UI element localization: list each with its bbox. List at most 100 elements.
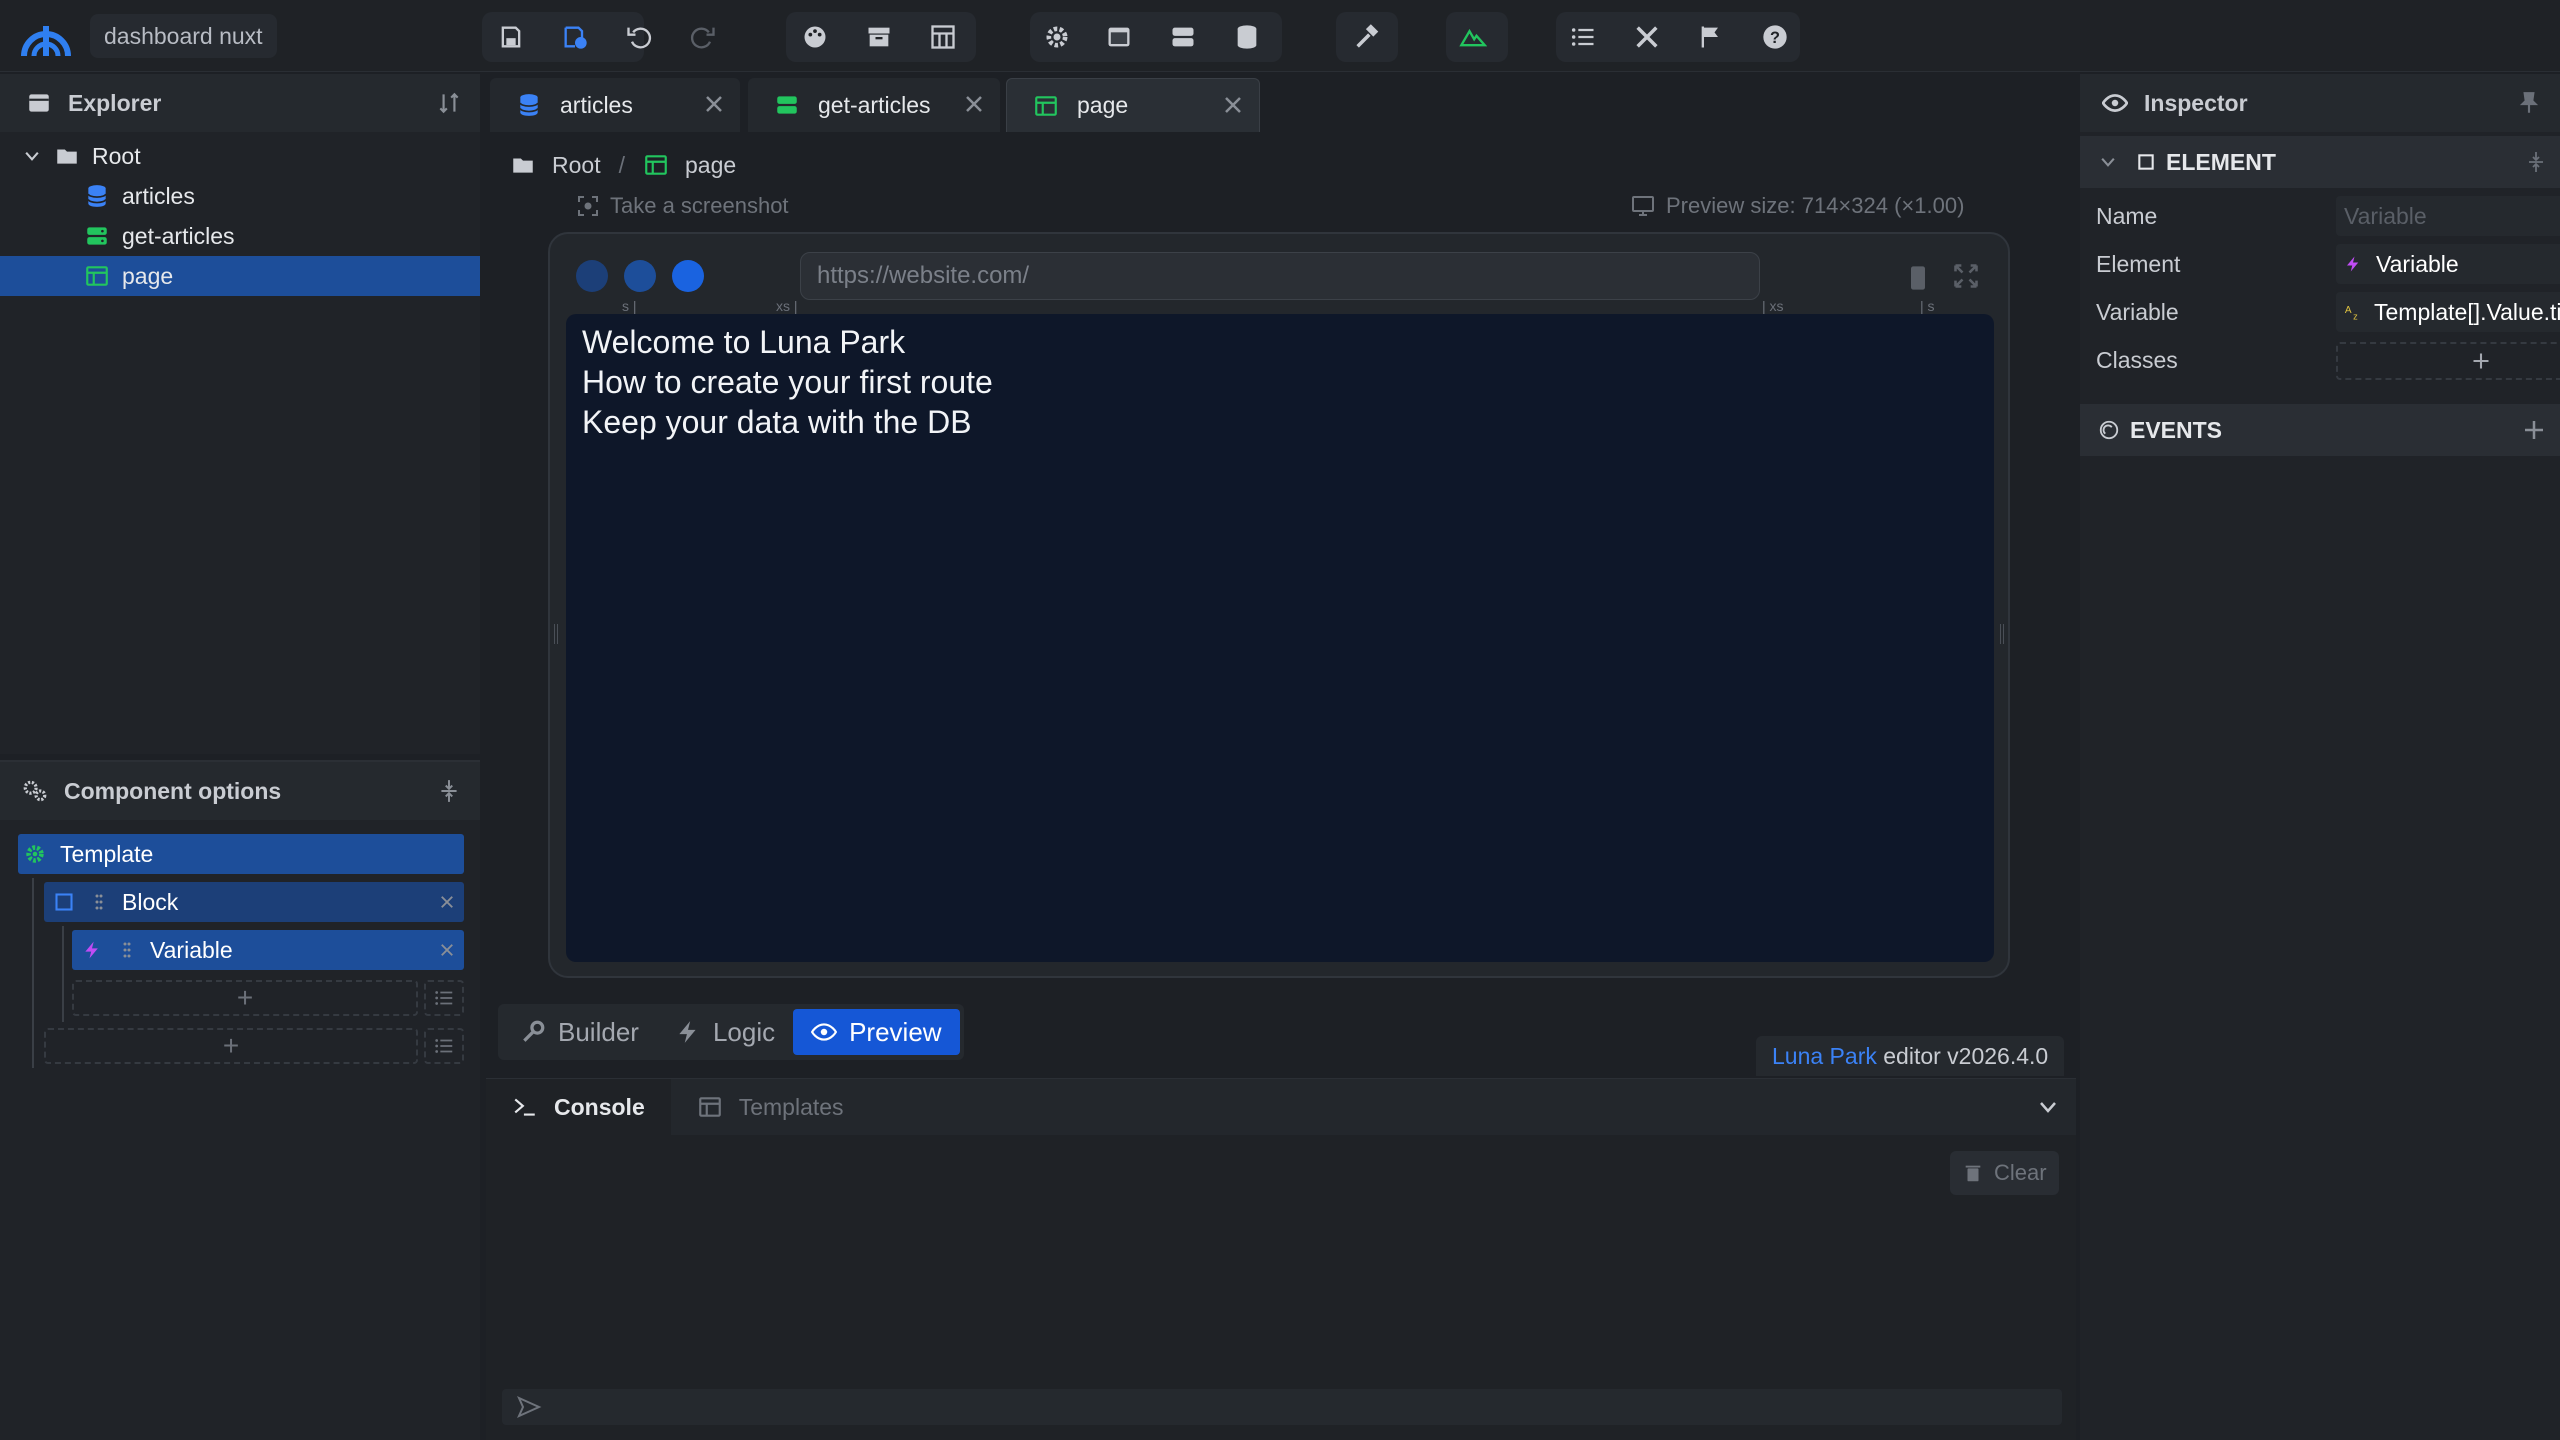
square-icon (2138, 154, 2154, 170)
sort-icon[interactable] (436, 90, 462, 116)
project-name[interactable]: dashboard nuxt (90, 14, 277, 58)
variable-input[interactable]: Az Template[].Value.title (2336, 292, 2560, 332)
name-input[interactable]: Variable (2336, 196, 2560, 236)
chevron-down-icon[interactable] (2036, 1095, 2060, 1119)
add-child-slot[interactable]: + (72, 980, 418, 1016)
tab-page[interactable]: page (1006, 78, 1260, 132)
nuxt-icon[interactable] (1450, 14, 1496, 60)
layout-icon[interactable] (920, 14, 966, 60)
help-icon[interactable]: ? (1752, 14, 1798, 60)
clear-console-button[interactable]: Clear (1950, 1151, 2059, 1195)
list-add-button[interactable] (424, 980, 464, 1016)
palette-icon[interactable] (792, 14, 838, 60)
luna-park-logo-icon[interactable] (20, 12, 72, 60)
close-icon[interactable] (438, 941, 456, 959)
breadcrumb: Root / page (486, 140, 736, 190)
collapse-icon[interactable] (2524, 150, 2548, 174)
tree-item-root[interactable]: Root (0, 136, 480, 176)
svg-text:?: ? (1770, 29, 1780, 47)
fullscreen-icon[interactable] (1952, 262, 1980, 290)
tab-console[interactable]: Console (486, 1079, 671, 1135)
explorer-panel: Explorer Root articles get-articles page (0, 74, 480, 754)
breadcrumb-current[interactable]: page (685, 152, 736, 179)
component-variable-row[interactable]: Variable (72, 930, 464, 970)
mode-builder-button[interactable]: Builder (502, 1009, 657, 1055)
hammer-icon[interactable] (1344, 14, 1390, 60)
window-icon[interactable] (1096, 14, 1142, 60)
server-icon[interactable] (1160, 14, 1206, 60)
pin-icon[interactable] (2516, 90, 2542, 116)
prop-classes: Classes (2096, 340, 2560, 380)
list-icon[interactable] (1560, 14, 1606, 60)
take-screenshot-button[interactable]: Take a screenshot (576, 190, 789, 222)
close-icon[interactable] (438, 893, 456, 911)
element-select[interactable]: Variable (2336, 244, 2560, 284)
resize-handle-left[interactable] (554, 624, 558, 644)
chevron-down-icon[interactable] (2098, 152, 2118, 172)
brand-link[interactable]: Luna Park (1772, 1043, 1877, 1069)
mode-builder-label: Builder (558, 1016, 639, 1047)
undo-icon[interactable] (616, 14, 662, 60)
variable-label: Variable (150, 936, 233, 963)
tree-item-label: get-articles (122, 222, 235, 249)
tab-label: get-articles (818, 91, 931, 118)
breadcrumb-root[interactable]: Root (552, 152, 601, 179)
flag-icon[interactable] (1688, 14, 1734, 60)
gear-icon[interactable] (1034, 14, 1080, 60)
element-section-header[interactable]: ELEMENT (2080, 136, 2560, 188)
page-icon (86, 266, 108, 286)
tab-console-label: Console (554, 1093, 645, 1120)
tools-icon[interactable] (1624, 14, 1670, 60)
window-dot-maximize[interactable] (672, 260, 704, 292)
component-template-row[interactable]: Template (18, 834, 464, 874)
url-input[interactable]: https://website.com/ (800, 252, 1760, 300)
database-icon[interactable] (1224, 14, 1270, 60)
save-icon[interactable] (488, 14, 534, 60)
window-dot-close[interactable] (576, 260, 608, 292)
console-input[interactable] (502, 1389, 2062, 1425)
mode-preview-button[interactable]: Preview (793, 1009, 960, 1055)
close-icon[interactable] (962, 92, 986, 116)
tree-item-articles[interactable]: articles (0, 176, 480, 216)
browser-preview-frame: https://website.com/ s | xs | | xs | s W… (548, 232, 2010, 978)
events-section-header[interactable]: EVENTS (2080, 404, 2560, 456)
tab-label: page (1077, 92, 1129, 118)
component-block-row[interactable]: Block (44, 882, 464, 922)
plus-icon[interactable] (2522, 418, 2546, 442)
send-icon[interactable] (516, 1395, 542, 1419)
variable-input-value: Template[].Value.title (2374, 298, 2560, 325)
resize-handle-right[interactable] (2000, 624, 2004, 644)
collapse-icon[interactable] (436, 778, 462, 804)
mobile-device-icon[interactable] (1906, 264, 1930, 292)
tab-templates[interactable]: Templates (671, 1079, 870, 1135)
tab-get-articles[interactable]: get-articles (748, 78, 1000, 132)
tree-item-label: page (122, 262, 174, 289)
redo-icon[interactable] (680, 14, 726, 60)
drag-handle-icon[interactable] (120, 940, 134, 960)
archive-icon[interactable] (856, 14, 902, 60)
block-label: Block (122, 888, 179, 915)
add-sibling-slot[interactable]: + (44, 1028, 418, 1064)
tab-articles[interactable]: articles (490, 78, 740, 132)
gears-icon (23, 780, 47, 802)
server-icon (777, 96, 797, 114)
close-icon[interactable] (1221, 93, 1245, 117)
tree-guide-line (32, 878, 34, 1068)
component-options-title: Component options (64, 777, 282, 804)
drag-handle-icon[interactable] (92, 892, 106, 912)
tree-item-get-articles[interactable]: get-articles (0, 216, 480, 256)
window-dot-minimize[interactable] (624, 260, 656, 292)
inspector-header: Inspector (2080, 74, 2560, 132)
mode-logic-button[interactable]: Logic (657, 1009, 793, 1055)
plus-icon (2473, 353, 2489, 369)
close-icon[interactable] (702, 92, 726, 116)
chevron-down-icon[interactable] (22, 146, 42, 166)
text-type-icon: Az (2345, 305, 2358, 322)
top-bar: dashboard nuxt ? (0, 0, 2560, 72)
save-deploy-icon[interactable] (552, 14, 598, 60)
mode-preview-label: Preview (849, 1016, 942, 1047)
tree-item-page[interactable]: page (0, 256, 480, 296)
add-class-button[interactable] (2336, 342, 2560, 380)
mode-switcher: Builder Logic Preview (498, 1004, 964, 1060)
list-add-button[interactable] (424, 1028, 464, 1064)
